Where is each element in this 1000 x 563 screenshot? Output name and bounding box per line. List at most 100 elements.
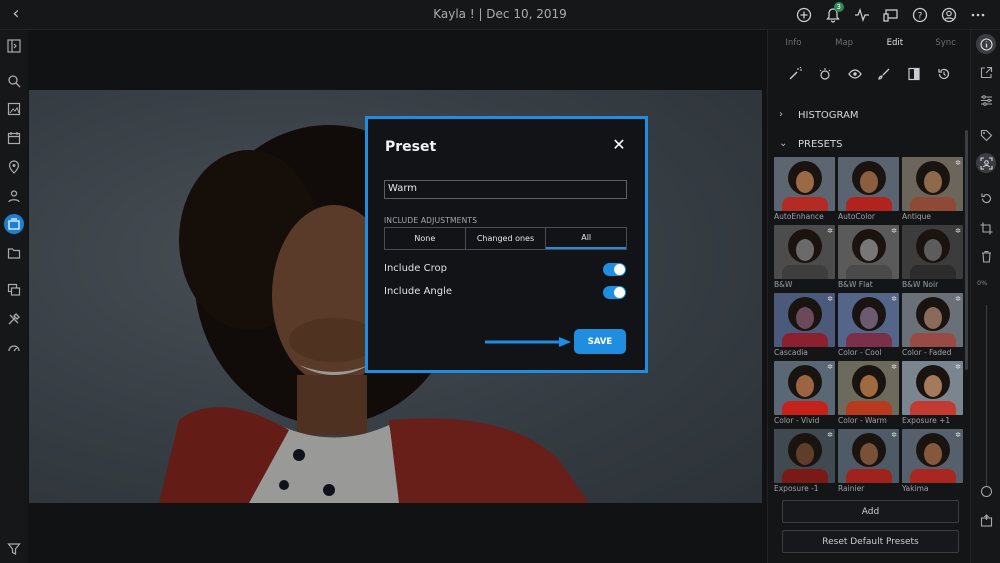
preset-tile[interactable]: ✲ Cascadia bbox=[774, 293, 835, 357]
preset-name-input[interactable]: Warm bbox=[384, 180, 627, 199]
left-sidebar bbox=[0, 30, 28, 563]
calendar-icon[interactable] bbox=[4, 128, 24, 148]
gear-icon[interactable]: ✲ bbox=[827, 227, 833, 235]
adjustments-segmented-control: None Changed ones All bbox=[384, 227, 627, 250]
zoom-slider-knob[interactable] bbox=[981, 486, 992, 497]
right-toolbar: 0% bbox=[970, 30, 1000, 563]
adjustments-icon[interactable] bbox=[976, 90, 996, 110]
crop-icon[interactable] bbox=[976, 218, 996, 238]
tab-map[interactable]: Map bbox=[819, 30, 870, 54]
export-icon[interactable] bbox=[976, 510, 996, 530]
presets-scrollbar[interactable] bbox=[965, 130, 968, 370]
segment-all[interactable]: All bbox=[546, 228, 627, 249]
gear-icon[interactable]: ✲ bbox=[827, 363, 833, 371]
preset-tile[interactable]: ✲ Exposure -1 bbox=[774, 429, 835, 493]
include-adjustments-label: INCLUDE ADJUSTMENTS bbox=[384, 216, 478, 225]
gear-icon[interactable]: ✲ bbox=[827, 431, 833, 439]
more-icon[interactable] bbox=[968, 5, 988, 25]
library-icon[interactable] bbox=[4, 280, 24, 300]
gear-icon[interactable]: ✲ bbox=[827, 295, 833, 303]
eye-icon[interactable] bbox=[847, 66, 862, 85]
top-bar: ‹ Kayla ! | Dec 10, 2019 3 ? bbox=[0, 0, 1000, 30]
gear-icon[interactable]: ✲ bbox=[891, 295, 897, 303]
retouch-icon[interactable] bbox=[818, 66, 832, 85]
zoom-slider-track[interactable] bbox=[986, 305, 987, 490]
panel-tabs: Info Map Edit Sync bbox=[768, 30, 971, 54]
location-icon[interactable] bbox=[4, 157, 24, 177]
notifications-icon[interactable]: 3 bbox=[823, 2, 844, 25]
close-icon[interactable]: ✕ bbox=[611, 137, 627, 153]
chevron-right-icon: › bbox=[779, 109, 783, 120]
open-external-icon[interactable] bbox=[976, 62, 996, 82]
svg-text:?: ? bbox=[918, 12, 923, 22]
preset-tile[interactable]: ✲ Color - Cool bbox=[838, 293, 899, 357]
account-icon[interactable] bbox=[939, 5, 959, 25]
save-button[interactable]: SAVE bbox=[574, 329, 626, 354]
presets-section[interactable]: ⌄ PRESETS bbox=[768, 133, 971, 157]
preset-tile[interactable]: AutoColor bbox=[838, 157, 899, 221]
photos-icon[interactable] bbox=[4, 99, 24, 119]
folder-icon[interactable] bbox=[4, 243, 24, 263]
add-icon[interactable] bbox=[794, 5, 814, 25]
gear-icon[interactable]: ✲ bbox=[891, 227, 897, 235]
preset-tile[interactable]: ✲ Exposure +1 bbox=[902, 361, 963, 425]
preset-tile[interactable]: ✲ Color - Vivid bbox=[774, 361, 835, 425]
dashboard-icon[interactable] bbox=[4, 338, 24, 358]
help-icon[interactable]: ? bbox=[910, 5, 930, 25]
reset-default-presets-button[interactable]: Reset Default Presets bbox=[782, 530, 959, 553]
tools-icon[interactable] bbox=[4, 309, 24, 329]
gear-icon[interactable]: ✲ bbox=[955, 295, 961, 303]
activity-icon[interactable] bbox=[852, 5, 872, 25]
preset-tile[interactable]: ✲ Color - Faded bbox=[902, 293, 963, 357]
tab-info[interactable]: Info bbox=[768, 30, 819, 54]
brush-icon[interactable] bbox=[877, 66, 891, 85]
preset-dialog: Preset ✕ Warm INCLUDE ADJUSTMENTS None C… bbox=[365, 116, 648, 373]
tab-edit[interactable]: Edit bbox=[870, 30, 921, 54]
rotate-icon[interactable] bbox=[976, 188, 996, 208]
zoom-percent: 0% bbox=[977, 279, 988, 287]
add-preset-button[interactable]: Add bbox=[782, 500, 959, 523]
presets-label: PRESETS bbox=[798, 139, 843, 150]
arrow-annotation-icon bbox=[485, 337, 571, 347]
trash-icon[interactable] bbox=[976, 246, 996, 266]
include-crop-toggle[interactable] bbox=[603, 263, 626, 276]
histogram-label: HISTOGRAM bbox=[798, 110, 859, 121]
include-angle-toggle[interactable] bbox=[603, 286, 626, 299]
compare-icon[interactable] bbox=[907, 66, 921, 85]
panel-toggle-icon[interactable] bbox=[4, 36, 24, 56]
preset-tile[interactable]: ✲ B&W Noir bbox=[902, 225, 963, 289]
dialog-title: Preset bbox=[385, 139, 437, 155]
devices-icon[interactable] bbox=[881, 5, 901, 25]
people-icon[interactable] bbox=[4, 186, 24, 206]
gear-icon[interactable]: ✲ bbox=[891, 363, 897, 371]
include-angle-label: Include Angle bbox=[384, 286, 453, 297]
edit-tools bbox=[768, 66, 971, 85]
gear-icon[interactable]: ✲ bbox=[955, 431, 961, 439]
preset-tile[interactable]: ✲ Color - Warm bbox=[838, 361, 899, 425]
segment-none[interactable]: None bbox=[385, 228, 466, 249]
history-icon[interactable] bbox=[937, 66, 951, 85]
notification-badge: 3 bbox=[833, 2, 844, 12]
magic-wand-icon[interactable] bbox=[788, 66, 802, 85]
include-crop-label: Include Crop bbox=[384, 263, 447, 274]
histogram-section[interactable]: › HISTOGRAM bbox=[768, 104, 971, 128]
preset-tile[interactable]: AutoEnhance bbox=[774, 157, 835, 221]
tag-icon[interactable] bbox=[976, 125, 996, 145]
preset-tile[interactable]: ✲ Rainier bbox=[838, 429, 899, 493]
preset-tile[interactable]: ✲ Yakima bbox=[902, 429, 963, 493]
gear-icon[interactable]: ✲ bbox=[955, 363, 961, 371]
preset-tile[interactable]: ✲ B&W bbox=[774, 225, 835, 289]
tab-sync[interactable]: Sync bbox=[920, 30, 971, 54]
search-icon[interactable] bbox=[4, 71, 24, 91]
albums-icon[interactable] bbox=[4, 214, 24, 234]
edit-panel: Info Map Edit Sync › HISTOGRAM ⌄ PRESETS… bbox=[767, 30, 970, 563]
preset-tile[interactable]: ✲ Antique bbox=[902, 157, 963, 221]
gear-icon[interactable]: ✲ bbox=[955, 159, 961, 167]
info-icon[interactable] bbox=[976, 34, 996, 54]
face-detect-icon[interactable] bbox=[976, 153, 996, 173]
preset-tile[interactable]: ✲ B&W Flat bbox=[838, 225, 899, 289]
filter-icon[interactable] bbox=[4, 539, 24, 559]
segment-changed-ones[interactable]: Changed ones bbox=[466, 228, 547, 249]
gear-icon[interactable]: ✲ bbox=[955, 227, 961, 235]
gear-icon[interactable]: ✲ bbox=[891, 431, 897, 439]
